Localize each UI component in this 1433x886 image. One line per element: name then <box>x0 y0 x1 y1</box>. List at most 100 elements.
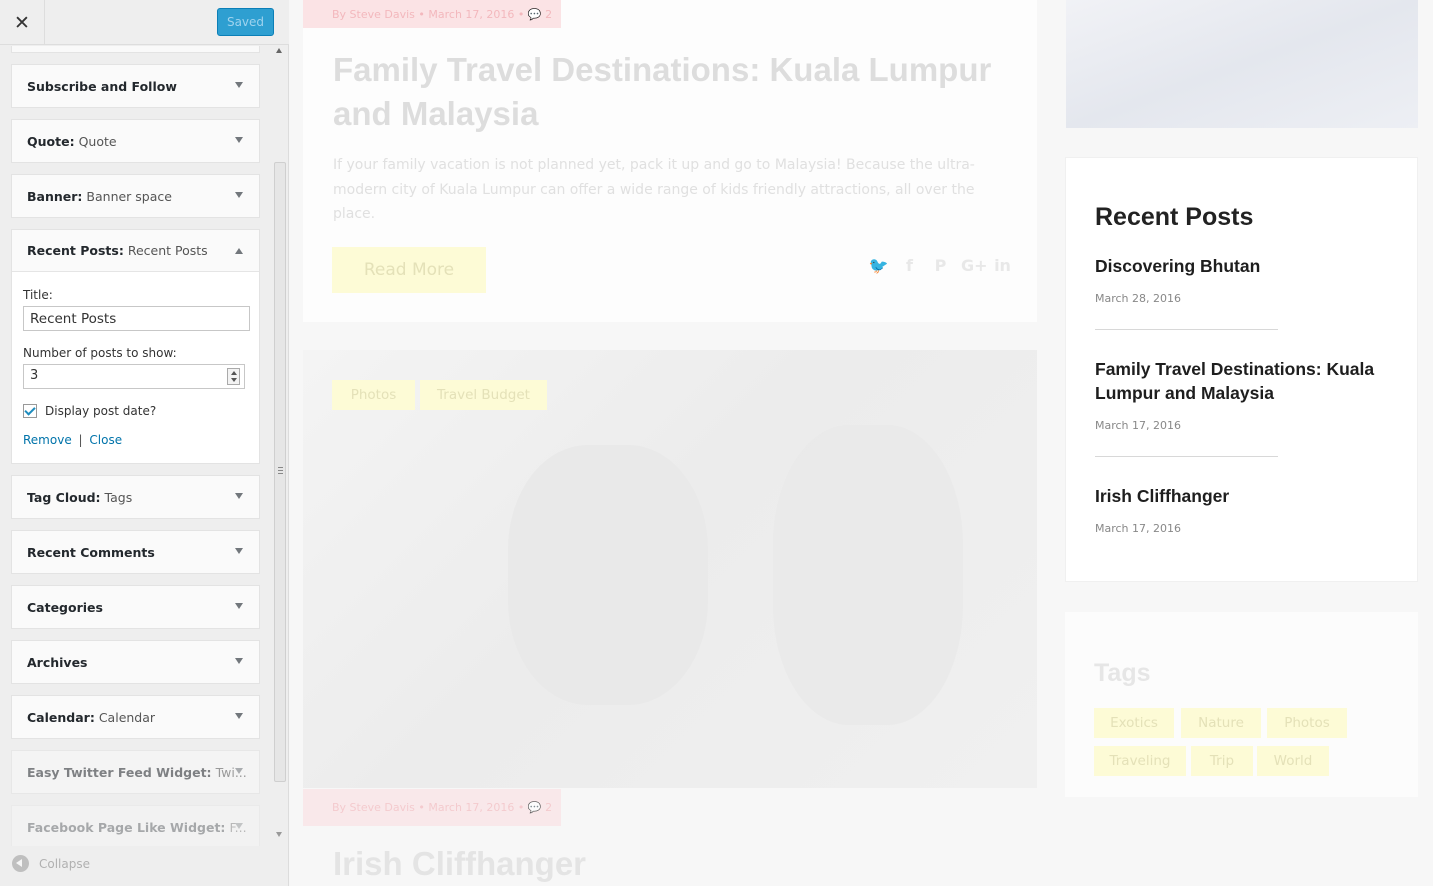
widget-title: Subscribe and Follow <box>27 78 177 94</box>
camera-shape <box>508 445 708 705</box>
customizer-header: ✕ Saved <box>0 0 289 45</box>
chevron-down-icon[interactable] <box>235 823 243 829</box>
widget-title: Banner: <box>27 188 83 204</box>
widget-easy-twitter-feed[interactable]: Easy Twitter Feed Widget: Twi... <box>11 750 260 794</box>
spinner-arrows-icon[interactable] <box>227 368 240 385</box>
sidebar-scrollbar[interactable] <box>273 46 287 840</box>
widget-title: Tag Cloud: <box>27 489 101 505</box>
number-of-posts-label: Number of posts to show: <box>23 346 177 360</box>
tags-widget: Tags Exotics Nature Photos Traveling Tri… <box>1065 612 1418 797</box>
collapse-arrow-icon <box>12 855 29 872</box>
scroll-down-icon[interactable] <box>276 832 282 837</box>
site-preview: By Steve Davis • March 17, 2016 • 💬 2 Fa… <box>290 0 1433 886</box>
widget-heading: Recent Posts <box>1095 203 1254 231</box>
widget-tag-cloud[interactable]: Tag Cloud: Tags <box>11 475 260 519</box>
widget-subtitle: Banner space <box>86 188 172 204</box>
chevron-down-icon[interactable] <box>235 658 243 664</box>
chevron-down-icon[interactable] <box>235 493 243 499</box>
remove-link[interactable]: Remove <box>23 433 72 447</box>
sidebar-image <box>1066 0 1418 128</box>
widget-recent-comments[interactable]: Recent Comments <box>11 530 260 574</box>
widget-subtitle: Calendar <box>98 709 156 725</box>
separator <box>1095 456 1278 457</box>
title-input[interactable] <box>23 306 250 331</box>
widget-banner[interactable]: Banner: Banner space <box>11 174 260 218</box>
post-excerpt: If your family vacation is not planned y… <box>333 157 975 222</box>
linkedin-icon[interactable]: in <box>992 256 1013 275</box>
chevron-down-icon[interactable] <box>235 137 243 143</box>
google-plus-icon[interactable]: G+ <box>961 256 988 275</box>
recent-post-date: March 17, 2016 <box>1095 419 1182 432</box>
post-title[interactable]: Family Travel Destinations: Kuala Lumpur… <box>333 48 1013 136</box>
read-more-button[interactable]: Read More <box>332 247 486 293</box>
link-separator: | <box>78 433 83 447</box>
tag-pill[interactable]: World <box>1257 746 1329 776</box>
widget-title: Recent Posts: <box>27 243 124 258</box>
post-meta: By Steve Davis • March 17, 2016 • 💬 2 <box>303 0 561 28</box>
pinterest-icon[interactable]: P <box>930 256 951 275</box>
recent-post-title[interactable]: Discovering Bhutan <box>1095 254 1395 278</box>
number-of-posts-value: 3 <box>30 368 39 383</box>
widget-title: Quote: <box>27 133 75 149</box>
scroll-up-icon[interactable] <box>276 48 282 53</box>
facebook-icon[interactable]: f <box>899 256 920 275</box>
widget-subtitle: Quote <box>78 133 117 149</box>
collapse-label: Collapse <box>39 856 90 871</box>
widget-calendar[interactable]: Calendar: Calendar <box>11 695 260 739</box>
recent-posts-widget: Recent Posts Discovering Bhutan March 28… <box>1065 157 1418 582</box>
widget-facebook-page-like[interactable]: Facebook Page Like Widget: F... <box>11 805 260 846</box>
widget-title: Archives <box>27 654 88 670</box>
social-share: 🐦 f P G+ in <box>868 256 1013 275</box>
tag-pill[interactable]: Trip <box>1191 746 1253 776</box>
close-icon[interactable]: ✕ <box>0 0 45 45</box>
recent-post-title[interactable]: Family Travel Destinations: Kuala Lumpur… <box>1095 357 1395 405</box>
post-tag[interactable]: Travel Budget <box>420 380 547 410</box>
post-meta: By Steve Davis • March 17, 2016 • 💬 2 <box>303 789 561 826</box>
chevron-down-icon[interactable] <box>235 603 243 609</box>
widget-title: Easy Twitter Feed Widget: <box>27 764 212 780</box>
customizer-sidebar: ✕ Saved Subscribe and Follow Quote: Quote… <box>0 0 289 886</box>
widget-heading: Tags <box>1094 659 1151 687</box>
post-card: By Steve Davis • March 17, 2016 • 💬 2 Fa… <box>303 0 1037 322</box>
display-date-checkbox[interactable] <box>23 404 37 418</box>
tag-pill[interactable]: Nature <box>1181 708 1261 738</box>
tag-pill[interactable]: Traveling <box>1094 746 1186 776</box>
chevron-down-icon[interactable] <box>235 192 243 198</box>
chevron-up-icon[interactable] <box>235 248 243 254</box>
widget-quote[interactable]: Quote: Quote <box>11 119 260 163</box>
widget-subtitle: Tags <box>104 489 133 505</box>
phone-hand-shape <box>773 425 963 725</box>
tag-pill[interactable]: Photos <box>1267 708 1347 738</box>
widget-subtitle: Recent Posts <box>127 243 208 258</box>
widget-subscribe-and-follow[interactable]: Subscribe and Follow <box>11 64 260 108</box>
title-label: Title: <box>23 288 53 302</box>
chevron-down-icon[interactable] <box>235 713 243 719</box>
chevron-down-icon[interactable] <box>235 768 243 774</box>
collapse-button[interactable]: Collapse <box>12 855 90 872</box>
widget-title: Categories <box>27 599 103 615</box>
widget-archives[interactable]: Archives <box>11 640 260 684</box>
number-of-posts-stepper[interactable]: 3 <box>23 364 245 389</box>
post-featured-image[interactable]: Photos Travel Budget <box>303 350 1037 788</box>
tag-pill[interactable]: Exotics <box>1094 708 1174 738</box>
display-date-label: Display post date? <box>45 404 157 418</box>
widget-title: Facebook Page Like Widget: <box>27 819 226 835</box>
chevron-down-icon[interactable] <box>235 548 243 554</box>
post-tag[interactable]: Photos <box>332 380 415 410</box>
recent-post-title[interactable]: Irish Cliffhanger <box>1095 484 1395 508</box>
recent-post-date: March 28, 2016 <box>1095 292 1182 305</box>
widget-title: Calendar: <box>27 709 95 725</box>
close-link[interactable]: Close <box>89 433 122 447</box>
widget-recent-posts-expanded: Recent Posts: Recent Posts Title: Number… <box>11 229 260 464</box>
widget-header[interactable]: Recent Posts: Recent Posts <box>12 230 259 272</box>
widget-categories[interactable]: Categories <box>11 585 260 629</box>
grip-icon <box>278 467 283 474</box>
post-title[interactable]: Irish Cliffhanger <box>333 845 586 883</box>
widget-stub <box>11 46 260 53</box>
saved-button[interactable]: Saved <box>217 8 274 36</box>
widget-list: Subscribe and Follow Quote: Quote Banner:… <box>0 46 273 846</box>
scroll-thumb[interactable] <box>274 162 286 782</box>
recent-post-date: March 17, 2016 <box>1095 522 1182 535</box>
twitter-icon[interactable]: 🐦 <box>868 256 889 275</box>
chevron-down-icon[interactable] <box>235 82 243 88</box>
